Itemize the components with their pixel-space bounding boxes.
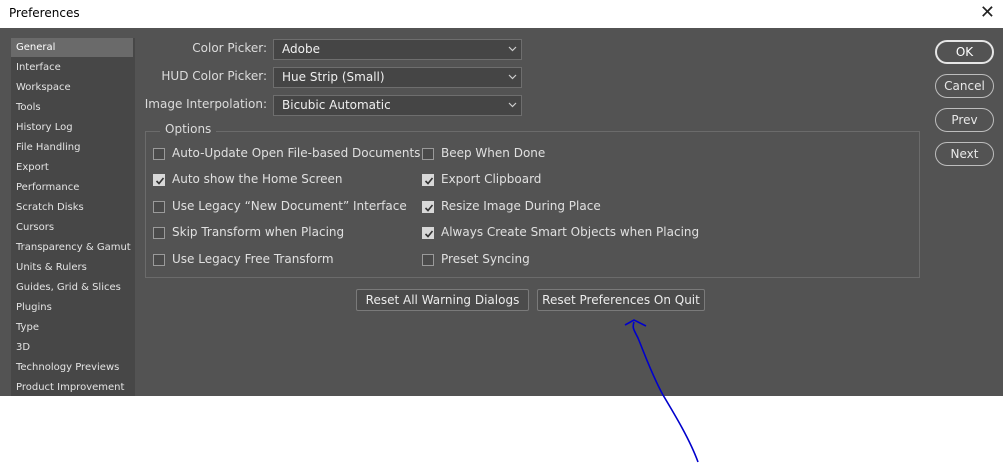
- cancel-button[interactable]: Cancel: [935, 74, 994, 98]
- preset-syncing-checkbox[interactable]: [422, 254, 434, 266]
- chevron-down-icon: [508, 102, 517, 108]
- smart-objects-label[interactable]: Always Create Smart Objects when Placing: [441, 225, 699, 239]
- beep-when-done-label[interactable]: Beep When Done: [441, 146, 545, 160]
- sidebar-item-transparency-gamut[interactable]: Transparency & Gamut: [11, 238, 133, 257]
- sidebar-item-product-improvement[interactable]: Product Improvement: [11, 378, 133, 397]
- color-picker-value: Adobe: [282, 42, 320, 56]
- preferences-dialog: General Interface Workspace Tools Histor…: [0, 28, 1003, 396]
- sidebar-item-performance[interactable]: Performance: [11, 178, 133, 197]
- check-icon: [424, 177, 434, 185]
- check-icon: [155, 177, 165, 185]
- image-interpolation-value: Bicubic Automatic: [282, 98, 391, 112]
- sidebar-item-general[interactable]: General: [11, 38, 133, 57]
- sidebar-item-interface[interactable]: Interface: [11, 58, 133, 77]
- sidebar-item-guides-grid-slices[interactable]: Guides, Grid & Slices: [11, 278, 133, 297]
- sidebar-item-export[interactable]: Export: [11, 158, 133, 177]
- sidebar-item-technology-previews[interactable]: Technology Previews: [11, 358, 133, 377]
- auto-show-home-checkbox[interactable]: [153, 174, 165, 186]
- legacy-new-document-label[interactable]: Use Legacy “New Document” Interface: [172, 199, 407, 213]
- sidebar-item-workspace[interactable]: Workspace: [11, 78, 133, 97]
- image-interpolation-select[interactable]: Bicubic Automatic: [273, 95, 522, 116]
- chevron-down-icon: [508, 74, 517, 80]
- sidebar-item-type[interactable]: Type: [11, 318, 133, 337]
- sidebar-item-tools[interactable]: Tools: [11, 98, 133, 117]
- skip-transform-label[interactable]: Skip Transform when Placing: [172, 225, 344, 239]
- color-picker-select[interactable]: Adobe: [273, 39, 522, 60]
- title-bar: Preferences ✕: [0, 0, 1003, 28]
- legacy-free-transform-checkbox[interactable]: [153, 254, 165, 266]
- resize-image-label[interactable]: Resize Image During Place: [441, 199, 601, 213]
- preset-syncing-label[interactable]: Preset Syncing: [441, 252, 530, 266]
- hud-color-picker-select[interactable]: Hue Strip (Small): [273, 67, 522, 88]
- auto-update-checkbox[interactable]: [153, 148, 165, 160]
- sidebar-item-history-log[interactable]: History Log: [11, 118, 133, 137]
- next-button[interactable]: Next: [935, 142, 994, 166]
- hud-color-picker-value: Hue Strip (Small): [282, 70, 385, 84]
- skip-transform-checkbox[interactable]: [153, 227, 165, 239]
- resize-image-checkbox[interactable]: [422, 201, 434, 213]
- check-icon: [424, 230, 434, 238]
- auto-show-home-label[interactable]: Auto show the Home Screen: [172, 172, 343, 186]
- sidebar-item-units-rulers[interactable]: Units & Rulers: [11, 258, 133, 277]
- export-clipboard-label[interactable]: Export Clipboard: [441, 172, 541, 186]
- window-title: Preferences: [9, 6, 80, 20]
- reset-warning-dialogs-button[interactable]: Reset All Warning Dialogs: [356, 289, 529, 311]
- color-picker-label: Color Picker:: [192, 41, 267, 55]
- sidebar: General Interface Workspace Tools Histor…: [11, 38, 135, 396]
- sidebar-item-file-handling[interactable]: File Handling: [11, 138, 133, 157]
- export-clipboard-checkbox[interactable]: [422, 174, 434, 186]
- legacy-free-transform-label[interactable]: Use Legacy Free Transform: [172, 252, 334, 266]
- ok-button[interactable]: OK: [935, 40, 994, 64]
- options-legend: Options: [160, 122, 217, 136]
- auto-update-label[interactable]: Auto-Update Open File-based Documents: [172, 146, 420, 160]
- sidebar-item-cursors[interactable]: Cursors: [11, 218, 133, 237]
- prev-button[interactable]: Prev: [935, 108, 994, 132]
- legacy-new-document-checkbox[interactable]: [153, 201, 165, 213]
- hud-color-picker-label: HUD Color Picker:: [161, 69, 267, 83]
- image-interpolation-label: Image Interpolation:: [144, 97, 267, 111]
- sidebar-item-3d[interactable]: 3D: [11, 338, 133, 357]
- check-icon: [424, 204, 434, 212]
- close-icon[interactable]: ✕: [980, 2, 995, 24]
- sidebar-item-scratch-disks[interactable]: Scratch Disks: [11, 198, 133, 217]
- beep-when-done-checkbox[interactable]: [422, 148, 434, 160]
- chevron-down-icon: [508, 46, 517, 52]
- sidebar-item-plugins[interactable]: Plugins: [11, 298, 133, 317]
- reset-preferences-button[interactable]: Reset Preferences On Quit: [537, 289, 705, 311]
- smart-objects-checkbox[interactable]: [422, 227, 434, 239]
